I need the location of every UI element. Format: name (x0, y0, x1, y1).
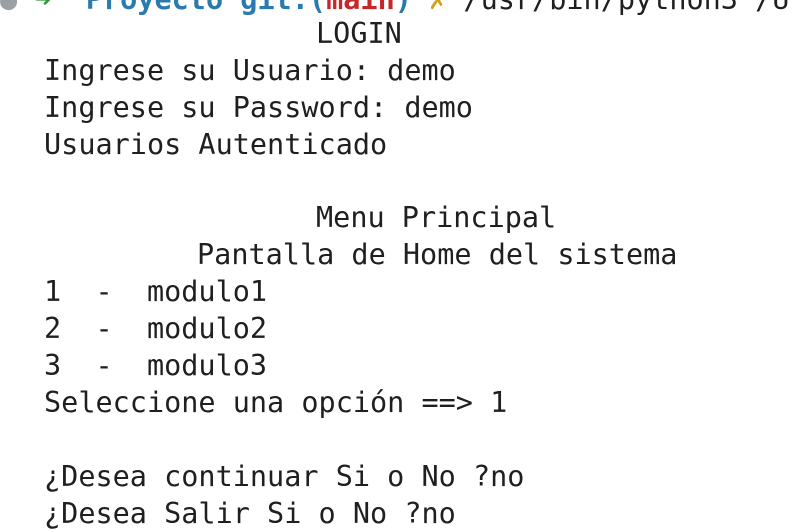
prompt-git-label: git:( (240, 0, 326, 16)
prompt-git-branch: main (326, 0, 395, 16)
prompt-command: /usr/bin/python3 /U (463, 0, 789, 16)
menu-subtitle: Pantalla de Home del sistema (197, 238, 678, 271)
continue-question-line: ¿Desea continuar Si o No ?no (44, 460, 525, 493)
prompt-directory: Proyecto (86, 0, 223, 16)
terminal-output[interactable]: ● ➜ Proyecto git:(main) ✗ /usr/bin/pytho… (0, 0, 810, 532)
menu-option-2: 2 - modulo2 (44, 312, 268, 345)
menu-option-1: 1 - modulo1 (44, 275, 268, 308)
auth-status-line: Usuarios Autenticado (44, 128, 388, 161)
menu-title: Menu Principal (316, 201, 557, 234)
dirty-status-icon: ✗ (429, 0, 446, 16)
usuario-line: Ingrese su Usuario: demo (44, 54, 456, 87)
menu-option-3: 3 - modulo3 (44, 349, 268, 382)
login-title: LOGIN (316, 17, 402, 50)
password-line: Ingrese su Password: demo (44, 91, 473, 124)
exit-question-line: ¿Desea Salir Si o No ?no (44, 497, 456, 530)
status-dot-icon: ● (0, 0, 17, 16)
option-select-line: Seleccione una opción ==> 1 (44, 386, 508, 419)
prompt-git-close: ) (395, 0, 412, 16)
prompt-arrow-icon: ➜ (34, 0, 51, 16)
